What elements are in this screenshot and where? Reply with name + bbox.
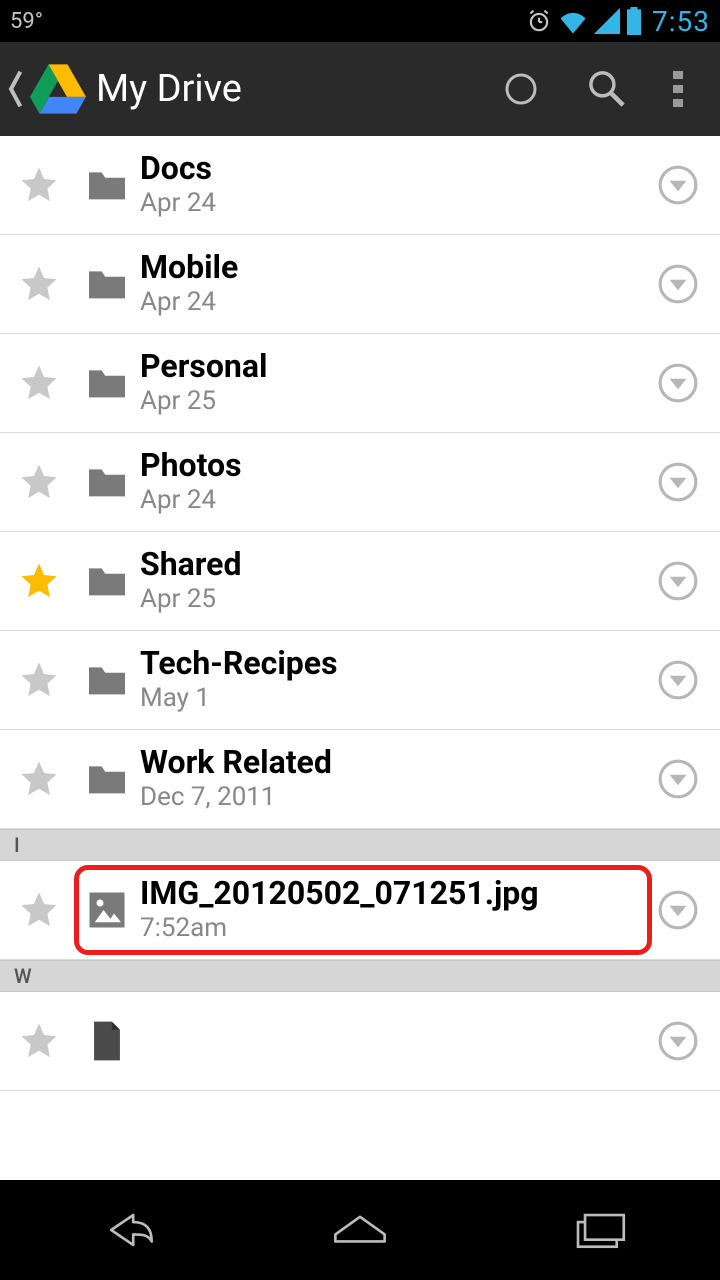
drive-logo-icon[interactable] bbox=[30, 64, 86, 114]
item-options-button[interactable] bbox=[648, 461, 708, 503]
folder-icon bbox=[78, 662, 136, 698]
star-toggle[interactable] bbox=[0, 164, 78, 206]
list-item[interactable]: SharedApr 25 bbox=[0, 532, 720, 631]
item-date: Dec 7, 2011 bbox=[140, 782, 648, 813]
item-options-button[interactable] bbox=[648, 560, 708, 602]
section-header: W bbox=[0, 960, 720, 992]
page-title: My Drive bbox=[96, 67, 478, 111]
item-date: Apr 24 bbox=[140, 188, 648, 219]
item-date: Apr 25 bbox=[140, 386, 648, 417]
item-name: Shared bbox=[140, 547, 648, 582]
folder-icon bbox=[78, 266, 136, 302]
image-icon bbox=[78, 889, 136, 931]
cell-signal-icon bbox=[594, 8, 620, 34]
item-options-button[interactable] bbox=[648, 758, 708, 800]
system-nav-bar bbox=[0, 1180, 720, 1280]
item-name: IMG_20120502_071251.jpg bbox=[140, 876, 648, 911]
status-bar: 59° 7:53 bbox=[0, 0, 720, 42]
alarm-icon bbox=[526, 8, 552, 34]
list-item[interactable]: PhotosApr 24 bbox=[0, 433, 720, 532]
home-nav-button[interactable] bbox=[280, 1200, 440, 1260]
folder-icon bbox=[78, 464, 136, 500]
list-item[interactable]: MobileApr 24 bbox=[0, 235, 720, 334]
item-options-button[interactable] bbox=[648, 362, 708, 404]
wifi-icon bbox=[558, 8, 588, 34]
item-name: Photos bbox=[140, 448, 648, 483]
temperature-label: 59° bbox=[10, 9, 43, 34]
folder-icon bbox=[78, 167, 136, 203]
item-options-button[interactable] bbox=[648, 164, 708, 206]
item-name: Mobile bbox=[140, 250, 648, 285]
folder-icon bbox=[78, 563, 136, 599]
item-options-button[interactable] bbox=[648, 889, 708, 931]
list-item[interactable]: Work RelatedDec 7, 2011 bbox=[0, 730, 720, 829]
action-bar: My Drive bbox=[0, 42, 720, 136]
item-date: Apr 25 bbox=[140, 584, 648, 615]
battery-icon bbox=[626, 7, 642, 35]
star-toggle[interactable] bbox=[0, 560, 78, 602]
item-options-button[interactable] bbox=[648, 659, 708, 701]
search-button[interactable] bbox=[564, 42, 650, 136]
file-list: DocsApr 24MobileApr 24PersonalApr 25Phot… bbox=[0, 136, 720, 1091]
list-item[interactable] bbox=[0, 992, 720, 1091]
list-item[interactable]: IMG_20120502_071251.jpg7:52am bbox=[0, 861, 720, 960]
doc-icon bbox=[78, 1020, 136, 1062]
section-header: I bbox=[0, 829, 720, 861]
star-toggle[interactable] bbox=[0, 1020, 78, 1062]
refresh-button[interactable] bbox=[478, 42, 564, 136]
star-toggle[interactable] bbox=[0, 889, 78, 931]
recents-nav-button[interactable] bbox=[520, 1200, 680, 1260]
item-options-button[interactable] bbox=[648, 263, 708, 305]
item-name: Work Related bbox=[140, 745, 648, 780]
folder-icon bbox=[78, 761, 136, 797]
star-toggle[interactable] bbox=[0, 362, 78, 404]
overflow-menu-button[interactable] bbox=[650, 42, 706, 136]
star-toggle[interactable] bbox=[0, 461, 78, 503]
back-nav-button[interactable] bbox=[40, 1200, 200, 1260]
item-name: Docs bbox=[140, 151, 648, 186]
item-date: 7:52am bbox=[140, 913, 648, 944]
item-name: Personal bbox=[140, 349, 648, 384]
star-toggle[interactable] bbox=[0, 263, 78, 305]
clock-time: 7:53 bbox=[652, 5, 710, 38]
item-date: May 1 bbox=[140, 683, 648, 714]
folder-icon bbox=[78, 365, 136, 401]
star-toggle[interactable] bbox=[0, 659, 78, 701]
back-icon[interactable] bbox=[4, 69, 30, 109]
star-toggle[interactable] bbox=[0, 758, 78, 800]
item-date: Apr 24 bbox=[140, 287, 648, 318]
list-item[interactable]: Tech-RecipesMay 1 bbox=[0, 631, 720, 730]
item-date: Apr 24 bbox=[140, 485, 648, 516]
item-name: Tech-Recipes bbox=[140, 646, 648, 681]
item-options-button[interactable] bbox=[648, 1020, 708, 1062]
list-item[interactable]: DocsApr 24 bbox=[0, 136, 720, 235]
list-item[interactable]: PersonalApr 25 bbox=[0, 334, 720, 433]
